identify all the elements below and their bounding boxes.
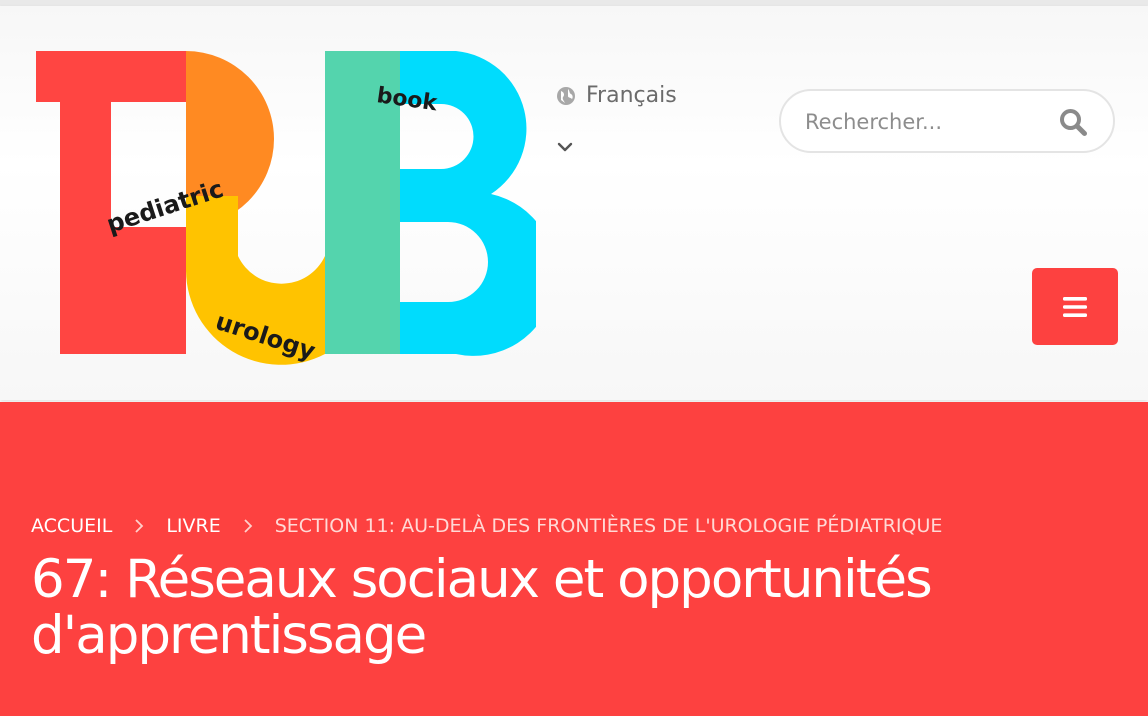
chevron-right-icon [135,519,144,533]
language-selector[interactable]: Français [556,83,677,108]
breadcrumb-current-section: SECTION 11: AU-DELÀ DES FRONTIÈRES DE L'… [274,515,943,537]
page-title: 67: Réseaux sociaux et opportunités d'ap… [31,549,933,666]
search-icon[interactable] [1059,108,1087,136]
chevron-down-icon[interactable] [556,138,574,156]
site-header: pediatric urology book Français [0,6,1148,400]
breadcrumb-home-link[interactable]: ACCUEIL [31,515,112,537]
menu-button[interactable] [1032,268,1118,345]
globe-icon [557,86,575,105]
search-input[interactable] [803,103,1047,141]
search-box [779,89,1115,153]
site-logo[interactable]: pediatric urology book [36,46,556,371]
breadcrumb: ACCUEIL LIVRE SECTION 11: AU-DELÀ DES FR… [31,515,942,537]
chevron-right-icon [244,519,252,533]
hamburger-icon [1063,296,1087,317]
language-current-label: Français [586,83,677,108]
page-hero: ACCUEIL LIVRE SECTION 11: AU-DELÀ DES FR… [0,402,1148,716]
breadcrumb-book-link[interactable]: LIVRE [166,515,220,537]
pub-logo-graphic: pediatric urology book [36,51,556,366]
